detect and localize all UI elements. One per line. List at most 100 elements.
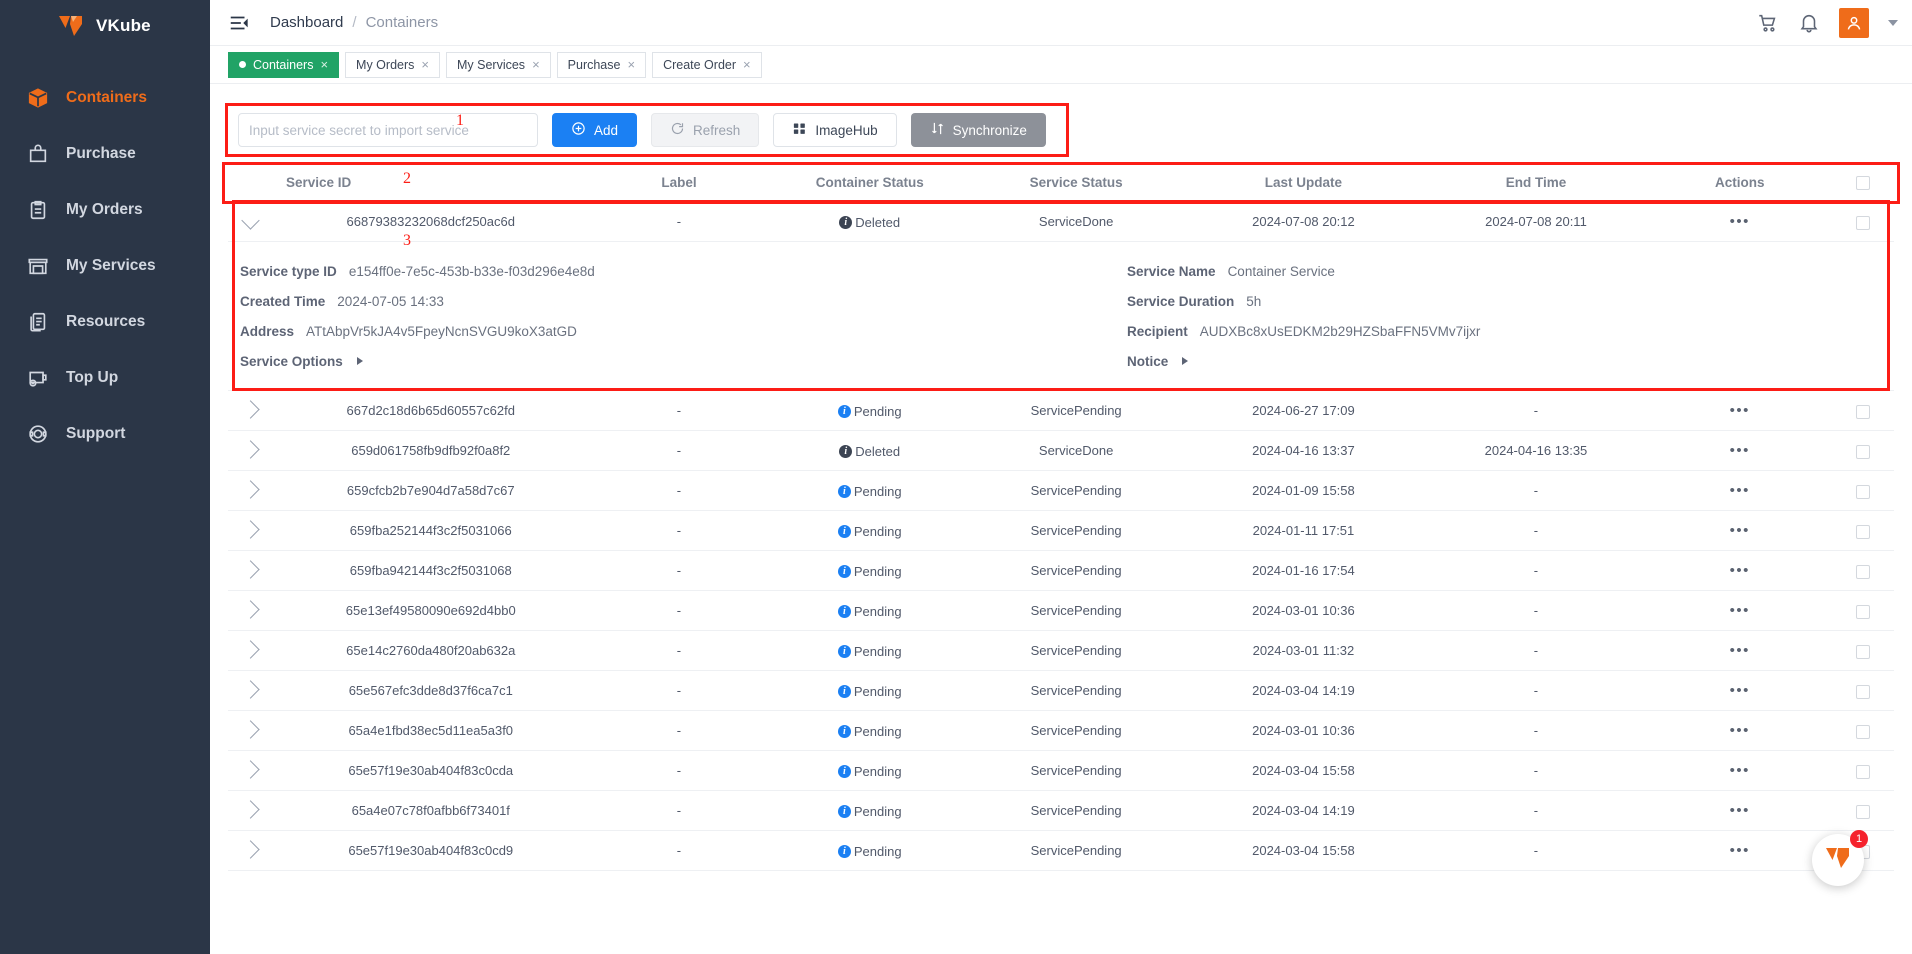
more-horizontal-icon[interactable]: •••: [1730, 402, 1750, 419]
chevron-right-icon[interactable]: [241, 560, 261, 579]
tab-purchase[interactable]: Purchase ×: [556, 51, 647, 78]
cell-actions[interactable]: •••: [1648, 510, 1832, 552]
detail-service-options[interactable]: Service Options: [240, 346, 1067, 376]
chevron-right-icon[interactable]: [241, 760, 261, 779]
table-row[interactable]: 659cfcb2b7e904d7a58d7c67- i Pending Service…: [228, 470, 1894, 512]
cell-select[interactable]: [1831, 201, 1894, 243]
row-expander-cell[interactable]: [228, 750, 274, 792]
table-row[interactable]: 659d061758fb9dfb92f0a8f2- i Deleted Service…: [228, 430, 1894, 472]
tab-close-icon[interactable]: ×: [532, 58, 540, 71]
tab-my-services[interactable]: My Services ×: [445, 51, 551, 78]
cell-actions[interactable]: •••: [1648, 390, 1832, 432]
row-checkbox[interactable]: [1855, 404, 1870, 419]
row-checkbox[interactable]: [1855, 804, 1870, 819]
chevron-down-icon[interactable]: [241, 211, 261, 230]
cell-actions[interactable]: •••: [1648, 470, 1832, 512]
more-horizontal-icon[interactable]: •••: [1730, 842, 1750, 859]
user-avatar-icon[interactable]: [1839, 7, 1869, 38]
tab-containers[interactable]: Containers ×: [228, 51, 340, 78]
more-horizontal-icon[interactable]: •••: [1730, 802, 1750, 819]
chevron-right-icon[interactable]: [241, 640, 261, 659]
chevron-right-icon[interactable]: [241, 840, 261, 859]
row-expander-cell[interactable]: [228, 430, 274, 472]
sidebar-item-top-up[interactable]: Top Up: [0, 350, 210, 406]
cart-icon[interactable]: [1757, 12, 1779, 34]
tab-my-orders[interactable]: My Orders ×: [345, 51, 440, 78]
table-row[interactable]: 65a4e07c78f0afbb6f73401f - i Pending Service…: [228, 790, 1894, 832]
table-row[interactable]: 65e13ef49580090e692d4bb0- i Pending Service…: [228, 590, 1894, 632]
chevron-right-icon[interactable]: [241, 720, 261, 739]
chevron-right-icon[interactable]: [241, 600, 261, 619]
cell-select[interactable]: [1831, 590, 1894, 632]
row-checkbox[interactable]: [1855, 684, 1870, 699]
more-horizontal-icon[interactable]: •••: [1730, 522, 1750, 539]
row-expander-cell[interactable]: [228, 830, 274, 872]
more-horizontal-icon[interactable]: •••: [1730, 642, 1750, 659]
row-checkbox[interactable]: [1855, 444, 1870, 459]
synchronize-button[interactable]: Synchronize: [910, 113, 1046, 147]
row-checkbox[interactable]: [1855, 764, 1870, 779]
imagehub-button[interactable]: ImageHub: [773, 113, 897, 147]
triangle-right-icon[interactable]: [356, 357, 363, 366]
sidebar-item-purchase[interactable]: Purchase: [0, 126, 210, 182]
sidebar-item-containers[interactable]: Containers: [0, 70, 210, 126]
cell-select[interactable]: [1831, 430, 1894, 472]
row-checkbox[interactable]: [1855, 724, 1870, 739]
table-row[interactable]: 65e567efc3dde8d37f6ca7c1- i Pending Service…: [228, 670, 1894, 712]
more-horizontal-icon[interactable]: •••: [1730, 602, 1750, 619]
bell-icon[interactable]: [1798, 12, 1820, 34]
more-horizontal-icon[interactable]: •••: [1730, 722, 1750, 739]
row-expander-cell[interactable]: [228, 630, 274, 672]
cell-select[interactable]: [1831, 390, 1894, 432]
more-horizontal-icon[interactable]: •••: [1730, 442, 1750, 459]
row-expander-cell[interactable]: [228, 590, 274, 632]
table-row[interactable]: 65e14c2760da480f20ab632a - i Pending Service…: [228, 630, 1894, 672]
cell-select[interactable]: [1831, 470, 1894, 512]
row-expander-cell[interactable]: [228, 790, 274, 832]
cell-select[interactable]: [1831, 750, 1894, 792]
sidebar-item-my-services[interactable]: My Services: [0, 238, 210, 294]
row-expander-cell[interactable]: [228, 510, 274, 552]
table-row[interactable]: 659fba942144f3c2f5031068- i Pending Service…: [228, 550, 1894, 592]
row-checkbox[interactable]: [1855, 484, 1870, 499]
select-all-checkbox[interactable]: [1855, 176, 1870, 191]
tab-close-icon[interactable]: ×: [320, 58, 328, 71]
breadcrumb-root[interactable]: Dashboard: [270, 14, 343, 31]
tab-close-icon[interactable]: ×: [627, 58, 635, 71]
cell-actions[interactable]: •••: [1648, 630, 1832, 672]
table-row[interactable]: 65a4e1fbd38ec5d11ea5a3f0- i Pending Service…: [228, 710, 1894, 752]
cell-actions[interactable]: •••: [1648, 790, 1832, 832]
chevron-down-icon[interactable]: [1888, 19, 1898, 26]
service-secret-input[interactable]: [238, 113, 538, 147]
table-row[interactable]: 65e57f19e30ab404f83c0cd9- i Pending Service…: [228, 830, 1894, 872]
cell-actions[interactable]: •••: [1648, 830, 1832, 872]
tab-create-order[interactable]: Create Order ×: [652, 51, 762, 78]
cell-select[interactable]: [1831, 790, 1894, 832]
more-horizontal-icon[interactable]: •••: [1730, 682, 1750, 699]
more-horizontal-icon[interactable]: •••: [1730, 482, 1750, 499]
cell-actions[interactable]: •••: [1648, 201, 1832, 243]
cell-select[interactable]: [1831, 550, 1894, 592]
cell-actions[interactable]: •••: [1648, 590, 1832, 632]
cell-select[interactable]: [1831, 510, 1894, 552]
row-checkbox[interactable]: [1855, 564, 1870, 579]
add-button[interactable]: Add: [552, 113, 638, 147]
row-expander-cell[interactable]: [228, 670, 274, 712]
sidebar-item-support[interactable]: Support: [0, 406, 210, 462]
row-expander-cell[interactable]: [228, 550, 274, 592]
more-horizontal-icon[interactable]: •••: [1730, 762, 1750, 779]
chat-fab-button[interactable]: 1: [1812, 830, 1868, 886]
row-checkbox[interactable]: [1855, 644, 1870, 659]
cell-actions[interactable]: •••: [1648, 750, 1832, 792]
chevron-right-icon[interactable]: [241, 440, 261, 459]
detail-notice[interactable]: Notice: [1127, 346, 1894, 376]
row-expander-cell[interactable]: [228, 710, 274, 752]
row-checkbox[interactable]: [1855, 604, 1870, 619]
brand[interactable]: VKube: [0, 0, 210, 52]
cell-actions[interactable]: •••: [1648, 670, 1832, 712]
chevron-right-icon[interactable]: [241, 520, 261, 539]
tab-close-icon[interactable]: ×: [743, 58, 751, 71]
chevron-right-icon[interactable]: [241, 680, 261, 699]
chevron-right-icon[interactable]: [241, 480, 261, 499]
row-checkbox[interactable]: [1855, 524, 1870, 539]
